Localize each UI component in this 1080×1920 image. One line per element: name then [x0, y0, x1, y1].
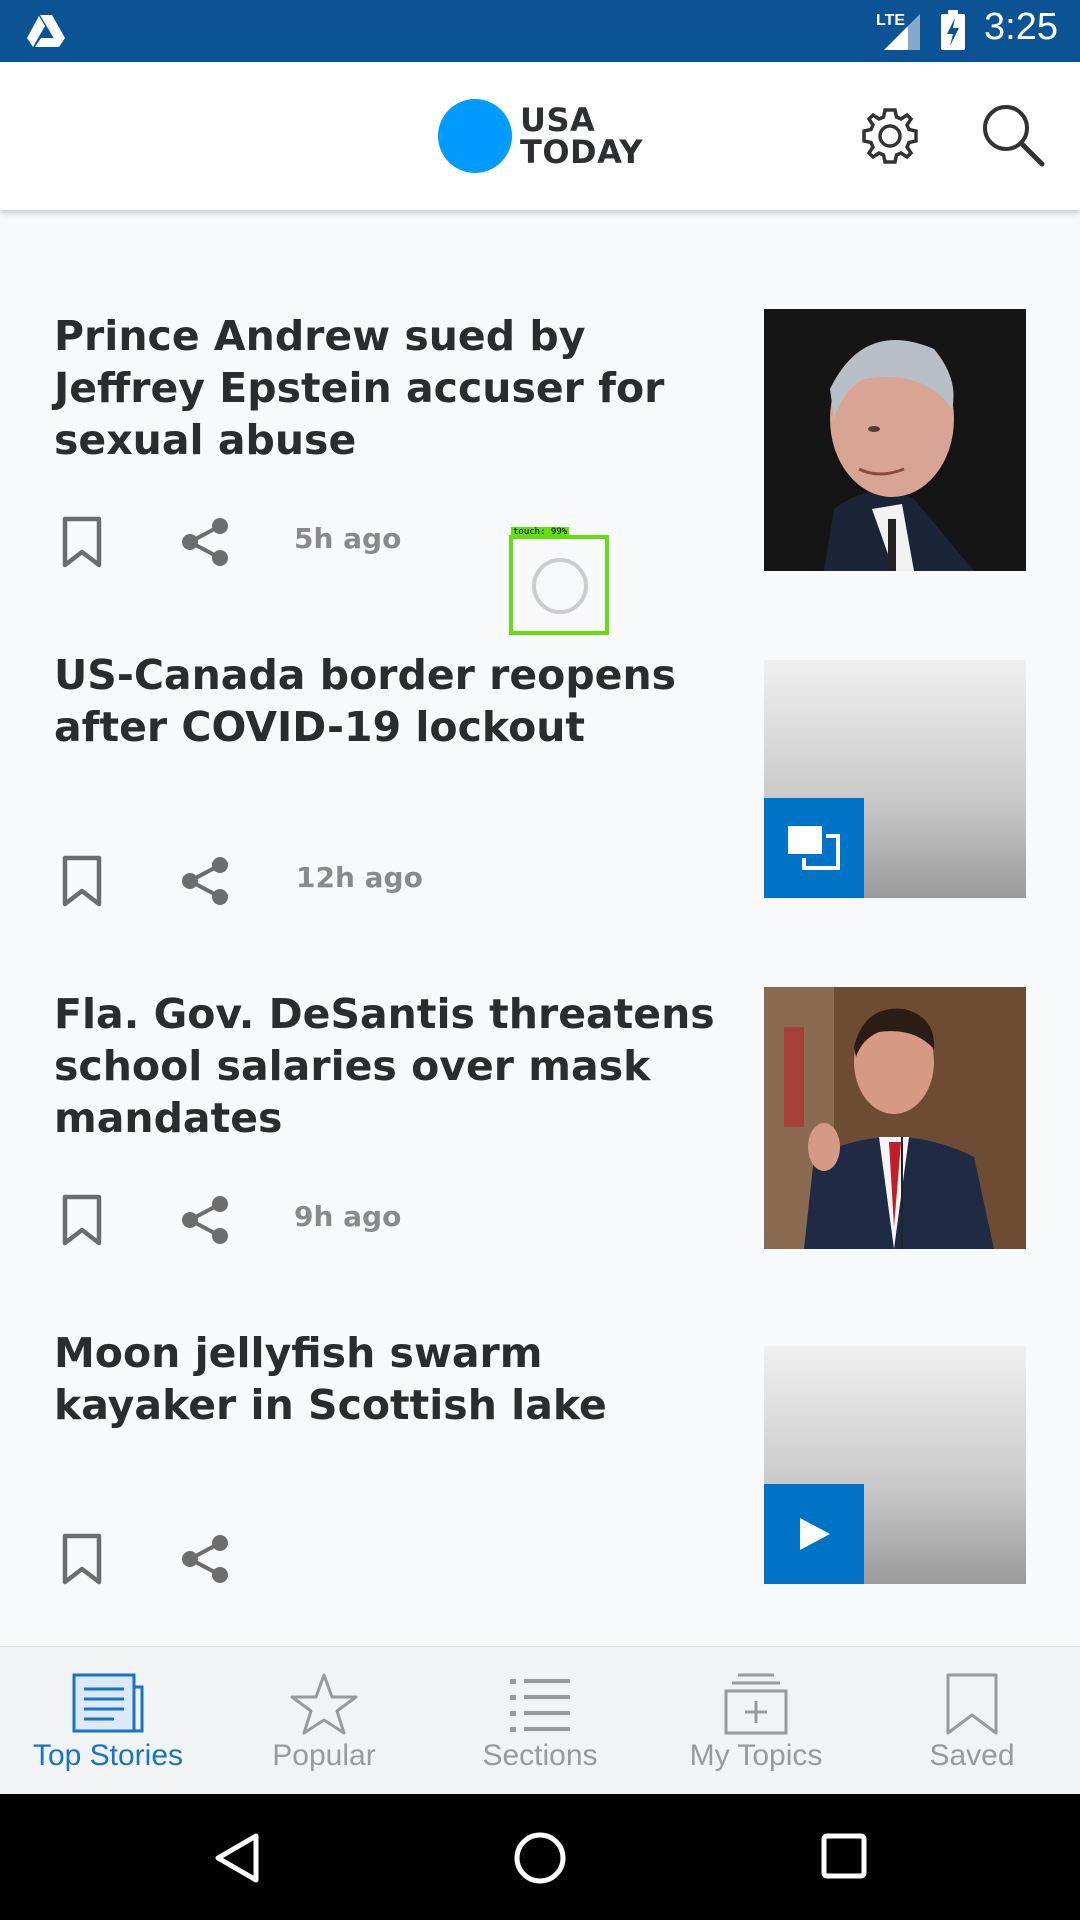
- star-icon: [290, 1673, 358, 1735]
- tab-sections[interactable]: Sections: [432, 1647, 648, 1795]
- home-icon[interactable]: [512, 1830, 568, 1886]
- share-icon[interactable]: [180, 855, 230, 907]
- story-headline[interactable]: US-Canada border reopens after COVID-19 …: [54, 649, 734, 753]
- tab-label: Popular: [272, 1739, 376, 1772]
- tab-label: Top Stories: [32, 1739, 184, 1772]
- search-icon[interactable]: [980, 102, 1048, 170]
- speaker-photo: [764, 987, 1026, 1249]
- portrait-photo: [764, 309, 1026, 571]
- app-header: USA TODAY: [0, 62, 1080, 210]
- story-thumbnail[interactable]: [764, 309, 1026, 571]
- story-feed[interactable]: Prince Andrew sued by Jeffrey Epstein ac…: [0, 210, 1080, 1646]
- signal-icon: [884, 14, 920, 50]
- story-thumbnail[interactable]: [764, 987, 1026, 1249]
- add-topic-icon: [724, 1673, 788, 1735]
- logo[interactable]: USA TODAY: [520, 104, 643, 168]
- story-actions: [54, 1529, 654, 1589]
- bottom-navigation: Top Stories Popular Sections My Topics S…: [0, 1646, 1080, 1795]
- newspaper-icon: [72, 1673, 144, 1733]
- gallery-badge: [764, 798, 864, 898]
- story-headline[interactable]: Moon jellyfish swarm kayaker in Scottish…: [54, 1327, 734, 1431]
- share-icon[interactable]: [180, 516, 230, 568]
- tab-label: Saved: [929, 1739, 1015, 1772]
- tab-popular[interactable]: Popular: [216, 1647, 432, 1795]
- tab-label: Sections: [482, 1739, 598, 1772]
- status-bar: LTE 3:25: [0, 0, 1080, 62]
- recents-icon[interactable]: [820, 1832, 868, 1880]
- story-headline[interactable]: Fla. Gov. DeSantis threatens school sala…: [54, 988, 734, 1144]
- story-headline[interactable]: Prince Andrew sued by Jeffrey Epstein ac…: [54, 310, 734, 466]
- share-icon[interactable]: [180, 1194, 230, 1246]
- back-icon[interactable]: [212, 1832, 262, 1884]
- logo-line2: TODAY: [520, 133, 643, 171]
- touch-indicator: [509, 535, 609, 635]
- bookmark-icon[interactable]: [62, 855, 102, 907]
- tab-my-topics[interactable]: My Topics: [648, 1647, 864, 1795]
- gallery-icon: [788, 826, 840, 870]
- touch-ring-icon: [532, 558, 588, 614]
- list-icon: [510, 1679, 570, 1732]
- system-navigation-bar: [0, 1794, 1080, 1920]
- clock: 3:25: [984, 6, 1058, 48]
- tab-top-stories[interactable]: Top Stories: [0, 1647, 216, 1795]
- logo-line1: USA: [520, 101, 596, 139]
- video-badge: [764, 1484, 864, 1584]
- story-timestamp: 12h ago: [296, 861, 423, 894]
- settings-icon[interactable]: [858, 104, 922, 168]
- logo-circle: [438, 99, 512, 173]
- tab-label: My Topics: [689, 1739, 823, 1772]
- drive-icon: [27, 15, 65, 47]
- bookmark-icon: [946, 1673, 998, 1735]
- bookmark-icon[interactable]: [62, 516, 102, 568]
- story-actions: 9h ago: [54, 1190, 654, 1250]
- share-icon[interactable]: [180, 1533, 230, 1585]
- story-timestamp: 9h ago: [294, 1200, 402, 1233]
- bookmark-icon[interactable]: [62, 1194, 102, 1246]
- battery-icon: [941, 10, 965, 50]
- bookmark-icon[interactable]: [62, 1533, 102, 1585]
- play-icon: [800, 1518, 830, 1550]
- tab-saved[interactable]: Saved: [864, 1647, 1080, 1795]
- story-thumbnail[interactable]: [764, 1346, 1026, 1584]
- story-timestamp: 5h ago: [294, 522, 402, 555]
- story-actions: 12h ago: [54, 851, 654, 911]
- story-thumbnail[interactable]: [764, 660, 1026, 898]
